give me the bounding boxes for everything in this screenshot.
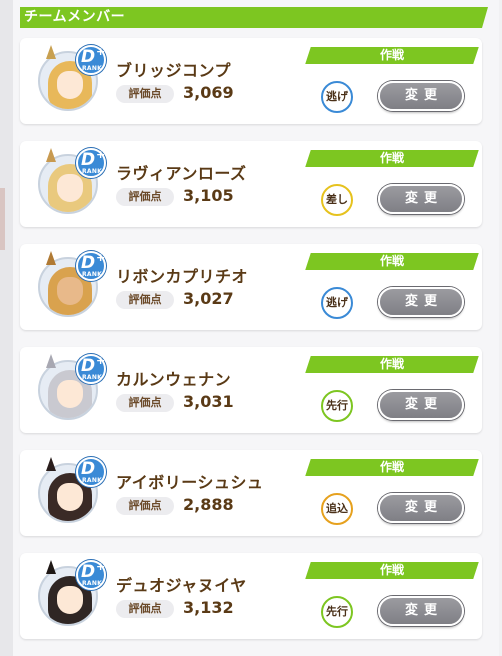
- member-avatar[interactable]: D + RANK: [32, 560, 106, 632]
- rank-word: RANK: [82, 271, 103, 278]
- member-card[interactable]: D RANK アイボリーシュシュ 評価点 2,888 作戦 追込 変更: [20, 450, 482, 536]
- member-name: ラヴィアンローズ: [116, 164, 247, 183]
- avatar-ear-icon: [46, 457, 56, 471]
- member-name: アイボリーシュシュ: [116, 473, 264, 492]
- member-card[interactable]: D + RANK ラヴィアンローズ 評価点 3,105 作戦 差し 変更: [20, 141, 482, 227]
- strategy-badge: 逃げ: [321, 287, 353, 319]
- rank-plus: +: [96, 354, 106, 367]
- member-avatar[interactable]: D + RANK: [32, 251, 106, 323]
- strategy-header: 作戦: [379, 48, 404, 62]
- rank-letter: D: [81, 356, 96, 376]
- score-label: 評価点: [116, 394, 174, 412]
- strategy-header: 作戦: [379, 151, 404, 165]
- strategy-badge: 差し: [321, 184, 353, 216]
- score-label: 評価点: [116, 497, 174, 515]
- avatar-ear-icon: [46, 45, 56, 59]
- rank-word: RANK: [82, 374, 103, 381]
- score-value: 3,031: [183, 392, 234, 411]
- rank-badge: D + RANK: [76, 251, 106, 281]
- rank-word: RANK: [82, 477, 103, 484]
- strategy-badge: 追込: [321, 493, 353, 525]
- avatar-ear-icon: [46, 148, 56, 162]
- member-name: デュオジャヌイヤ: [116, 576, 247, 595]
- rank-badge: D RANK: [76, 457, 106, 487]
- rank-badge: D + RANK: [76, 560, 106, 590]
- left-edge-tick: [0, 188, 5, 250]
- avatar-face: [57, 380, 83, 408]
- header-tail: [482, 7, 488, 28]
- rank-plus: +: [96, 148, 106, 161]
- avatar-face: [57, 71, 83, 99]
- rank-badge: D + RANK: [76, 354, 106, 384]
- strategy-badge: 先行: [321, 596, 353, 628]
- rank-letter: D: [81, 253, 96, 273]
- rank-badge: D + RANK: [76, 148, 106, 178]
- member-avatar[interactable]: D RANK: [32, 457, 106, 529]
- member-card[interactable]: D + RANK カルンウェナン 評価点 3,031 作戦 先行 変更: [20, 347, 482, 433]
- section-title: チームメンバー: [24, 9, 126, 25]
- change-strategy-button[interactable]: 変更: [378, 184, 464, 214]
- avatar-ear-icon: [46, 560, 56, 574]
- member-name: カルンウェナン: [116, 370, 232, 389]
- section-header: チームメンバー: [20, 7, 488, 28]
- score-label: 評価点: [116, 188, 174, 206]
- score-label: 評価点: [116, 600, 174, 618]
- rank-letter: D: [81, 562, 96, 582]
- member-avatar[interactable]: D + RANK: [32, 354, 106, 426]
- score-value: 2,888: [183, 495, 234, 514]
- rank-letter: D: [81, 47, 96, 67]
- score-value: 3,027: [183, 289, 234, 308]
- member-avatar[interactable]: D + RANK: [32, 45, 106, 117]
- avatar-face: [57, 277, 83, 305]
- rank-letter: D: [81, 150, 96, 170]
- change-strategy-button[interactable]: 変更: [378, 390, 464, 420]
- change-strategy-button[interactable]: 変更: [378, 287, 464, 317]
- strategy-header: 作戦: [379, 460, 404, 474]
- left-edge: [0, 0, 13, 656]
- member-name: リボンカプリチオ: [116, 267, 249, 286]
- member-name: ブリッジコンプ: [116, 61, 232, 80]
- rank-letter: D: [81, 459, 96, 479]
- member-card[interactable]: D + RANK デュオジャヌイヤ 評価点 3,132 作戦 先行 変更: [20, 553, 482, 639]
- strategy-badge: 先行: [321, 390, 353, 422]
- avatar-ear-icon: [46, 251, 56, 265]
- member-card[interactable]: D + RANK ブリッジコンプ 評価点 3,069 作戦 逃げ 変更: [20, 38, 482, 124]
- avatar-face: [57, 483, 83, 511]
- score-label: 評価点: [116, 85, 174, 103]
- rank-plus: +: [96, 560, 106, 573]
- member-avatar[interactable]: D + RANK: [32, 148, 106, 220]
- rank-word: RANK: [82, 168, 103, 175]
- rank-word: RANK: [82, 580, 103, 587]
- score-value: 3,105: [183, 186, 234, 205]
- rank-plus: +: [96, 45, 106, 58]
- change-strategy-button[interactable]: 変更: [378, 596, 464, 626]
- score-label: 評価点: [116, 291, 174, 309]
- strategy-header: 作戦: [379, 357, 404, 371]
- score-value: 3,069: [183, 83, 234, 102]
- avatar-ear-icon: [46, 354, 56, 368]
- rank-badge: D + RANK: [76, 45, 106, 75]
- strategy-header: 作戦: [379, 563, 404, 577]
- avatar-face: [57, 174, 83, 202]
- score-value: 3,132: [183, 598, 234, 617]
- change-strategy-button[interactable]: 変更: [378, 493, 464, 523]
- change-strategy-button[interactable]: 変更: [378, 81, 464, 111]
- strategy-badge: 逃げ: [321, 81, 353, 113]
- rank-plus: +: [96, 251, 106, 264]
- strategy-header: 作戦: [379, 254, 404, 268]
- rank-word: RANK: [82, 65, 103, 72]
- member-card[interactable]: D + RANK リボンカプリチオ 評価点 3,027 作戦 逃げ 変更: [20, 244, 482, 330]
- avatar-face: [57, 586, 83, 614]
